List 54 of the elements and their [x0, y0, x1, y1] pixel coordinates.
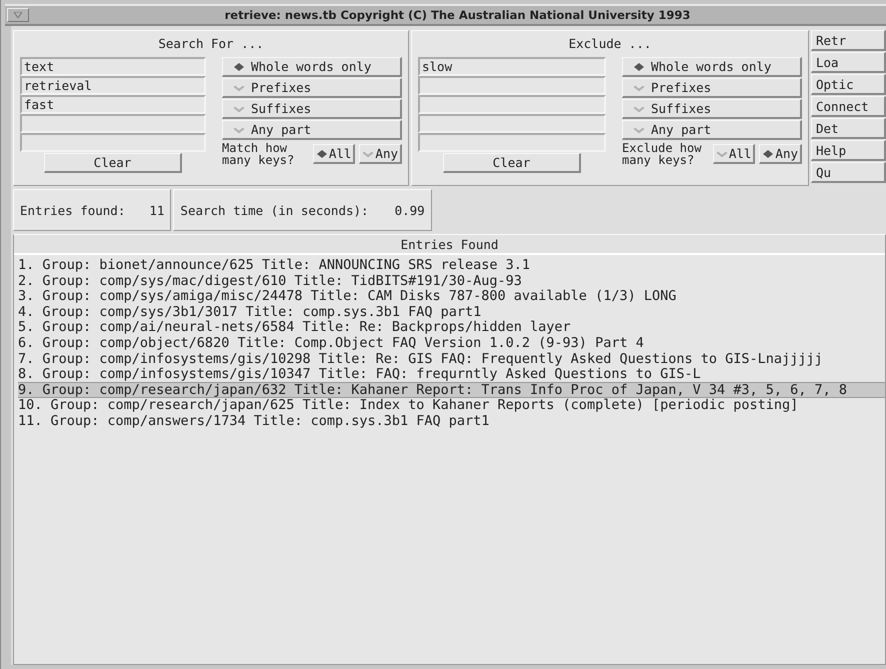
key-field[interactable]: retrieval: [20, 76, 206, 95]
window-menu-button[interactable]: [7, 8, 29, 22]
match-count-label: Match how many keys?: [222, 142, 296, 166]
result-row[interactable]: 2. Group: comp/sys/mac/digest/610 Title: TidBITS#191/30-Aug-93: [18, 272, 885, 290]
window-title: retrieve: news.tb Copyright (C) The Australian National University 1993: [224, 8, 692, 22]
key-field[interactable]: [418, 76, 606, 95]
key-field[interactable]: [418, 114, 606, 133]
key-field[interactable]: [418, 133, 606, 152]
panel-heading: Search For ...: [157, 35, 265, 53]
result-row[interactable]: 5. Group: comp/ai/neural-nets/6584 Title: Re: Backprops/hidden layer: [18, 319, 885, 336]
side-button[interactable]: Help: [811, 140, 886, 161]
result-row[interactable]: 10. Group: comp/research/japan/625 Title: Index to Kahaner Reports (complete) [periodic posting]: [18, 397, 885, 414]
clear-button[interactable]: Clear: [44, 153, 182, 173]
result-row[interactable]: 6. Group: comp/object/6820 Title: Comp.Object FAQ Version 1.0.2 (9-93) Part 4: [18, 334, 885, 352]
list-heading: Entries Found: [14, 235, 885, 255]
match-count-label: Exclude how many keys?: [622, 142, 702, 166]
result-row[interactable]: 9. Group: comp/research/japan/632 Title: Kahaner Report: Trans Info Proc of Japan, V 34 #3, 5, 6, 7, 8: [18, 382, 885, 398]
mode-option[interactable]: Suffixes: [622, 99, 802, 119]
result-row[interactable]: 4. Group: comp/sys/3b1/3017 Title: comp.sys.3b1 FAQ part1: [18, 304, 885, 320]
key-field[interactable]: [20, 114, 206, 133]
mode-option[interactable]: Any part: [622, 120, 802, 140]
key-field[interactable]: [418, 95, 606, 114]
match-count-option[interactable]: All: [712, 144, 756, 164]
key-field[interactable]: text: [20, 57, 206, 76]
result-row[interactable]: 7. Group: comp/infosystems/gis/10298 Title: Re: GIS FAQ: Frequently Asked Questions to GIS-Lnajjjjj: [18, 350, 885, 368]
mode-option[interactable]: Suffixes: [222, 99, 402, 119]
result-row[interactable]: 1. Group: bionet/announce/625 Title: ANNOUNCING SRS release 3.1: [18, 257, 885, 274]
stat-value: 11: [149, 202, 164, 218]
side-button[interactable]: Retr: [811, 30, 886, 51]
down-triangle-icon: [14, 12, 22, 18]
result-row[interactable]: 3. Group: comp/sys/amiga/misc/24478 Title: CAM Disks 787-800 available (1/3) LONG: [18, 288, 885, 305]
stat-label: Entries found:: [20, 202, 126, 218]
key-field[interactable]: [20, 133, 206, 152]
stat-value: 0.99: [394, 202, 425, 218]
stat-label: Search time (in seconds):: [180, 202, 369, 218]
match-count-option[interactable]: Any: [759, 144, 802, 164]
mode-option[interactable]: Prefixes: [222, 78, 402, 98]
match-count-option[interactable]: All: [312, 144, 356, 164]
mode-option[interactable]: Whole words only: [622, 57, 802, 77]
result-row[interactable]: 11. Group: comp/answers/1734 Title: comp.sys.3b1 FAQ part1: [18, 412, 885, 430]
result-row[interactable]: 8. Group: comp/infosystems/gis/10347 Title: FAQ: frequrntly Asked Questions to GIS-L: [18, 366, 885, 383]
side-button[interactable]: Qu: [811, 162, 886, 183]
side-button[interactable]: Det: [811, 118, 886, 139]
key-field[interactable]: fast: [20, 95, 206, 114]
mode-option[interactable]: Whole words only: [222, 57, 402, 77]
mode-option[interactable]: Prefixes: [622, 78, 802, 98]
match-count-option[interactable]: Any: [359, 144, 402, 164]
key-field[interactable]: slow: [418, 57, 606, 76]
mode-option[interactable]: Any part: [222, 120, 402, 140]
panel-heading: Exclude ...: [568, 35, 652, 53]
side-button[interactable]: Loa: [811, 52, 886, 73]
side-button[interactable]: Optic: [811, 74, 886, 95]
side-button[interactable]: Connect: [811, 96, 886, 117]
clear-button[interactable]: Clear: [443, 153, 581, 173]
